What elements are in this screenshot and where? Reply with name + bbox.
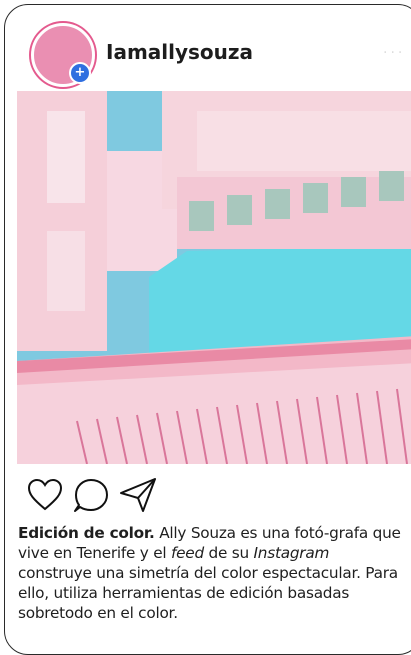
caption-part3: construye una simetría del color especta… — [18, 564, 398, 622]
send-icon[interactable] — [117, 475, 159, 515]
heart-icon[interactable] — [25, 475, 65, 515]
post-card: + Iamallysouza ··· Edición de color. All… — [4, 4, 411, 655]
more-icon[interactable]: ··· — [383, 45, 405, 61]
caption-instagram: Instagram — [253, 544, 330, 562]
post-caption: Edición de color. Ally Souza es una fotó… — [18, 523, 404, 623]
post-actions — [5, 475, 411, 517]
post-header: + Iamallysouza ··· — [5, 5, 411, 91]
plus-icon[interactable]: + — [69, 62, 91, 84]
caption-lead: Edición de color. — [18, 524, 155, 542]
caption-feed: feed — [171, 544, 204, 562]
username[interactable]: Iamallysouza — [106, 40, 253, 64]
post-image[interactable] — [17, 91, 411, 464]
caption-part2: de su — [203, 544, 254, 562]
comment-icon[interactable] — [71, 475, 111, 515]
